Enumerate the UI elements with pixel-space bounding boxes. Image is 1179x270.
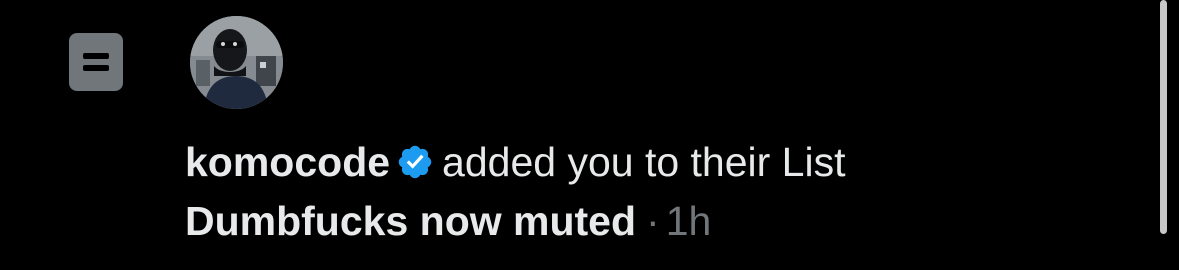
avatar-image (190, 16, 283, 109)
list-icon-bar (83, 53, 109, 59)
notification-text: komocode added you to their List (185, 138, 845, 186)
verified-badge-icon (396, 143, 434, 181)
username-link[interactable]: komocode (185, 139, 390, 185)
list-name-link[interactable]: Dumbfucks now muted (185, 198, 636, 244)
list-icon (69, 33, 123, 91)
action-text: added you to their List (442, 139, 846, 185)
list-notification[interactable]: komocode added you to their List Dumbfuck… (0, 0, 1179, 270)
scrollbar[interactable] (1160, 0, 1167, 234)
list-icon-bar (83, 65, 109, 71)
notification-subline: Dumbfucks now muted · 1h (185, 197, 711, 245)
separator-dot: · (646, 198, 660, 244)
user-avatar[interactable] (190, 16, 283, 109)
timestamp: 1h (665, 198, 712, 244)
